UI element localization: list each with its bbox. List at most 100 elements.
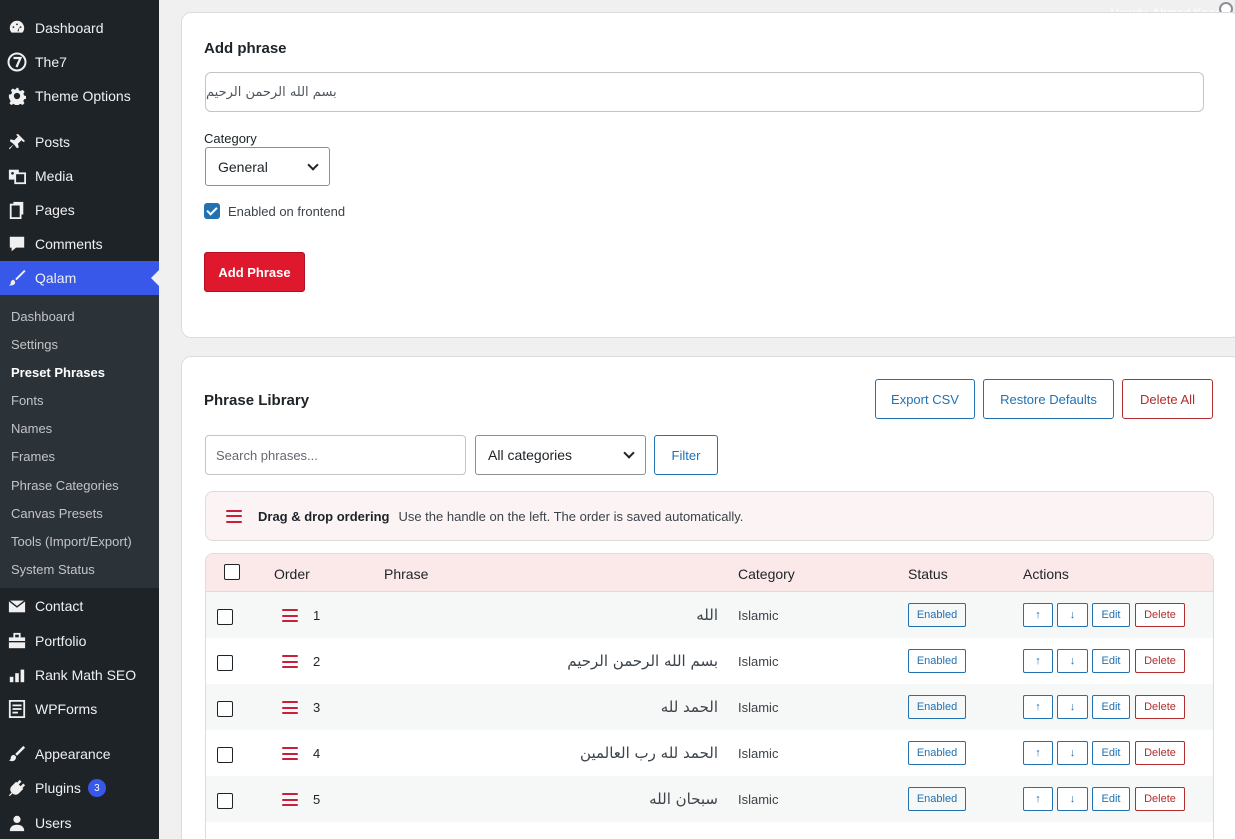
submenu-item-names[interactable]: Names <box>11 421 52 436</box>
edit-button[interactable]: Edit <box>1092 741 1130 765</box>
search-input[interactable]: Search phrases... <box>205 435 466 475</box>
row-phrase: سبحان الله <box>649 790 718 808</box>
delete-button[interactable]: Delete <box>1135 649 1185 673</box>
move-up-button[interactable]: ↑ <box>1023 695 1053 719</box>
category-select[interactable]: General <box>205 147 330 186</box>
edit-button[interactable]: Edit <box>1092 695 1130 719</box>
move-down-button[interactable]: ↓ <box>1057 787 1088 811</box>
row-order: 4 <box>313 746 321 761</box>
sidebar-item-rank-math[interactable]: Rank Math SEO <box>0 658 159 692</box>
table-row: 4 الحمد لله رب العالمين Islamic Enabled … <box>206 730 1213 776</box>
delete-button[interactable]: Delete <box>1135 741 1185 765</box>
sidebar-item-portfolio[interactable]: Portfolio <box>0 624 159 658</box>
add-phrase-button[interactable]: Add Phrase <box>204 252 305 292</box>
comment-icon <box>7 234 27 254</box>
move-up-button[interactable]: ↑ <box>1023 603 1053 627</box>
sidebar-item-theme-options[interactable]: Theme Options <box>0 79 159 113</box>
status-badge[interactable]: Enabled <box>908 649 966 673</box>
move-down-button[interactable]: ↓ <box>1057 741 1088 765</box>
restore-defaults-button[interactable]: Restore Defaults <box>983 379 1114 419</box>
status-badge[interactable]: Enabled <box>908 787 966 811</box>
phrase-input[interactable]: بسم الله الرحمن الرحيم <box>205 72 1204 112</box>
submenu-item-fonts[interactable]: Fonts <box>11 393 44 408</box>
sidebar-item-label: Dashboard <box>35 20 104 36</box>
delete-all-button[interactable]: Delete All <box>1122 379 1213 419</box>
delete-button[interactable]: Delete <box>1135 603 1185 627</box>
move-up-button[interactable]: ↑ <box>1023 741 1053 765</box>
submenu-item-settings[interactable]: Settings <box>11 337 58 352</box>
filter-button[interactable]: Filter <box>654 435 718 475</box>
status-badge[interactable]: Enabled <box>908 741 966 765</box>
row-category: Islamic <box>738 792 779 807</box>
sidebar-item-qalam[interactable]: Qalam <box>0 261 159 295</box>
drag-handle-icon[interactable] <box>282 609 298 622</box>
submenu-item-system-status[interactable]: System Status <box>11 562 95 577</box>
move-down-button[interactable]: ↓ <box>1057 695 1088 719</box>
add-phrase-card: Add phrase بسم الله الرحمن الرحيم Catego… <box>181 12 1235 338</box>
sidebar-item-pages[interactable]: Pages <box>0 193 159 227</box>
drag-handle-icon[interactable] <box>282 747 298 760</box>
edit-button[interactable]: Edit <box>1092 603 1130 627</box>
edit-button[interactable]: Edit <box>1092 787 1130 811</box>
row-checkbox[interactable] <box>217 793 233 809</box>
move-up-button[interactable]: ↑ <box>1023 787 1053 811</box>
sidebar-item-users[interactable]: Users <box>0 806 159 839</box>
enabled-checkbox[interactable] <box>204 203 220 219</box>
delete-button[interactable]: Delete <box>1135 695 1185 719</box>
add-phrase-title: Add phrase <box>204 40 287 57</box>
row-checkbox[interactable] <box>217 701 233 717</box>
select-all-checkbox[interactable] <box>224 564 240 580</box>
category-filter-value: All categories <box>488 447 573 463</box>
phrase-library-card: Phrase Library Export CSV Restore Defaul… <box>181 356 1235 839</box>
sidebar-item-comments[interactable]: Comments <box>0 227 159 261</box>
enabled-checkbox-row[interactable]: Enabled on frontend <box>204 203 345 219</box>
drag-handle-icon[interactable] <box>282 655 298 668</box>
sidebar-item-label: Contact <box>35 598 84 614</box>
column-phrase[interactable]: Phrase <box>384 566 428 582</box>
admin-sidebar: Dashboard The7 Theme Options Posts Media… <box>0 0 159 839</box>
drag-handle-icon[interactable] <box>282 701 298 714</box>
sidebar-item-media[interactable]: Media <box>0 159 159 193</box>
column-category[interactable]: Category <box>738 566 795 582</box>
paintbrush-icon <box>7 744 27 764</box>
row-phrase: الله <box>696 606 718 624</box>
sidebar-item-appearance[interactable]: Appearance <box>0 737 159 771</box>
export-csv-button[interactable]: Export CSV <box>875 379 975 419</box>
sidebar-item-the7[interactable]: The7 <box>0 45 159 79</box>
submenu-item-dashboard[interactable]: Dashboard <box>11 309 75 324</box>
sidebar-item-wpforms[interactable]: WPForms <box>0 692 159 726</box>
pin-icon <box>7 132 27 152</box>
move-down-button[interactable]: ↓ <box>1057 603 1088 627</box>
delete-button[interactable]: Delete <box>1135 787 1185 811</box>
status-badge[interactable]: Enabled <box>908 695 966 719</box>
category-filter-select[interactable]: All categories <box>475 435 646 475</box>
row-checkbox[interactable] <box>217 609 233 625</box>
rankmath-icon <box>7 665 27 685</box>
sidebar-item-plugins[interactable]: Plugins 3 <box>0 771 159 805</box>
column-order[interactable]: Order <box>274 566 310 582</box>
sidebar-item-label: Plugins <box>35 780 81 796</box>
brush-icon <box>7 268 27 288</box>
move-up-button[interactable]: ↑ <box>1023 649 1053 673</box>
move-down-button[interactable]: ↓ <box>1057 649 1088 673</box>
submenu-item-frames[interactable]: Frames <box>11 449 55 464</box>
row-checkbox[interactable] <box>217 655 233 671</box>
submenu-item-canvas-presets[interactable]: Canvas Presets <box>11 506 103 521</box>
table-row: 5 سبحان الله Islamic Enabled ↑ ↓ Edit De… <box>206 776 1213 822</box>
wpforms-icon <box>7 699 27 719</box>
sidebar-item-posts[interactable]: Posts <box>0 125 159 159</box>
submenu-item-preset-phrases[interactable]: Preset Phrases <box>11 365 105 380</box>
sidebar-item-contact[interactable]: Contact <box>0 589 159 623</box>
submenu-item-tools[interactable]: Tools (Import/Export) <box>11 534 132 549</box>
row-order: 5 <box>313 792 321 807</box>
submenu-item-phrase-categories[interactable]: Phrase Categories <box>11 478 119 493</box>
sidebar-item-dashboard[interactable]: Dashboard <box>0 11 159 45</box>
row-checkbox[interactable] <box>217 747 233 763</box>
drag-handle-icon[interactable] <box>282 793 298 806</box>
edit-button[interactable]: Edit <box>1092 649 1130 673</box>
row-phrase: بسم الله الرحمن الرحيم <box>567 652 718 670</box>
plugins-update-badge: 3 <box>87 779 106 797</box>
status-badge[interactable]: Enabled <box>908 603 966 627</box>
drag-drop-notice: Drag & drop ordering Use the handle on t… <box>205 491 1214 541</box>
sidebar-item-label: Appearance <box>35 746 111 762</box>
